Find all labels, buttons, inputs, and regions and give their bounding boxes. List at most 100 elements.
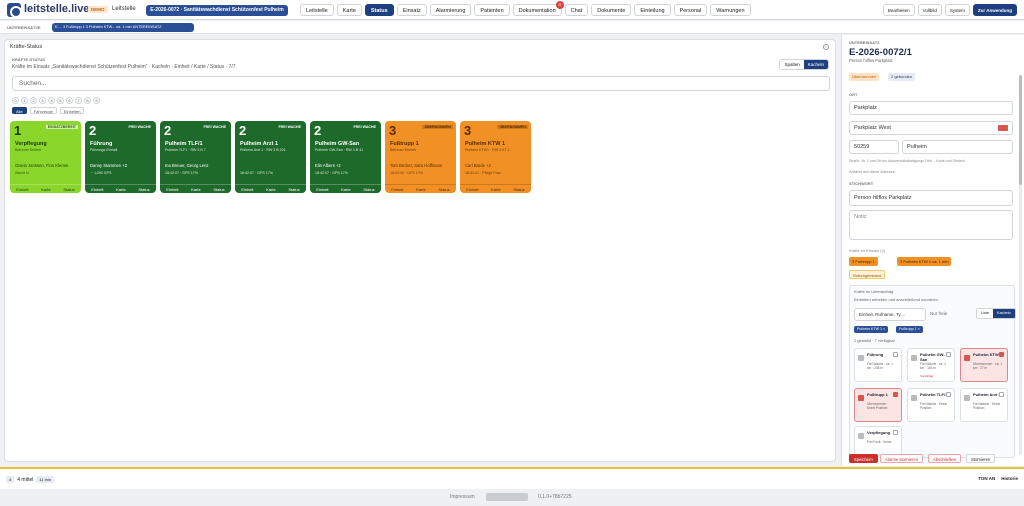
filter-all[interactable]: Alle xyxy=(12,107,27,114)
unit-tile[interactable]: Führung Frei Wache · ca. 1 km · 238 m xyxy=(854,348,902,382)
tile-checkbox[interactable] xyxy=(893,430,898,435)
storno-button[interactable]: Stornieren xyxy=(966,454,996,463)
tile-checkbox[interactable] xyxy=(893,392,898,397)
tab-patienten[interactable]: Patienten xyxy=(474,4,510,16)
unit-tile[interactable]: Pulheim Arzt 1 Frei Wache · Keine Positio… xyxy=(960,388,1008,422)
unit-action-einheit[interactable]: Einheit xyxy=(391,185,403,193)
event-selector[interactable]: E-2026-0072 · Sanitätswachdienst Schütze… xyxy=(146,5,288,16)
cancel-alarms-button[interactable]: Alarme stornieren xyxy=(880,454,924,463)
unit-action-karte[interactable]: Karte xyxy=(416,185,426,193)
tab-einteilung[interactable]: Einteilung xyxy=(634,4,671,16)
unit-action-status[interactable]: Status xyxy=(438,185,449,193)
system-button[interactable]: System xyxy=(944,4,970,16)
unit-tile[interactable]: Pulheim KTW 1 Übernommen · ca. 1 km · 27 … xyxy=(960,348,1008,382)
unit-action-einheit[interactable]: Einheit xyxy=(466,185,478,193)
status-filter-2[interactable]: 2 xyxy=(30,97,37,104)
unit-card[interactable]: 2 FREI WACHE Pulheim TLF/1 Pulheim TLF1 … xyxy=(160,121,231,193)
filter-vehicles[interactable]: Fahrzeuge xyxy=(29,107,57,114)
tab-leitstelle[interactable]: Leitstelle xyxy=(300,4,334,16)
unit-action-status[interactable]: Status xyxy=(363,185,374,193)
tab-warnungen[interactable]: Warnungen xyxy=(710,4,751,16)
view-tiles-button[interactable]: Kacheln xyxy=(803,60,828,69)
unit-action-karte[interactable]: Karte xyxy=(41,185,51,193)
tab-dokumentation[interactable]: Dokumentation 4 xyxy=(512,1,564,16)
unit-action-karte[interactable]: Karte xyxy=(491,185,501,193)
search-input[interactable]: Suchen... xyxy=(12,76,830,91)
box-tiles-button[interactable]: Kacheln xyxy=(993,309,1015,318)
view-columns-button[interactable]: Spalten xyxy=(780,60,804,69)
tile-checkbox[interactable] xyxy=(946,352,951,357)
subincident-chip[interactable]: E-... 3 Fußtrupp 1 3 Pulheim KTW... ca. … xyxy=(52,23,194,32)
selected-unit-chip[interactable]: Fußtrupp 1 × xyxy=(896,326,923,333)
status-filter-1[interactable]: 1 xyxy=(21,97,28,104)
unit-action-status[interactable]: Status xyxy=(63,185,74,193)
status-filter-8[interactable]: 8 xyxy=(84,97,91,104)
history-button[interactable]: Historie xyxy=(1001,476,1018,481)
nav-leitstelle[interactable]: Leitstelle xyxy=(112,6,136,12)
status-filter-4[interactable]: 4 xyxy=(48,97,55,104)
tile-checkbox[interactable] xyxy=(999,352,1004,357)
unit-card[interactable]: 2 FREI WACHE Führung Führungs-Einheit Da… xyxy=(85,121,156,193)
status-filter-9[interactable]: 9 xyxy=(93,97,100,104)
unit-action-karte[interactable]: Karte xyxy=(191,185,201,193)
free-only-checkbox[interactable]: Nur freie xyxy=(930,311,947,316)
unit-action-einheit[interactable]: Einheit xyxy=(91,185,103,193)
unit-card[interactable]: 2 FREI WACHE Pulheim GW-San Pulheim GW-S… xyxy=(310,121,381,193)
unit-action-einheit[interactable]: Einheit xyxy=(16,185,28,193)
status-filter-0[interactable]: 0 xyxy=(12,97,19,104)
status-filter-6[interactable]: 6 xyxy=(66,97,73,104)
side-scrollbar[interactable] xyxy=(1019,75,1022,455)
impressum-link[interactable]: Impressum xyxy=(450,494,475,500)
filter-units[interactable]: Einheiten xyxy=(59,107,85,114)
tile-checkbox[interactable] xyxy=(893,352,898,357)
unit-search-input[interactable]: Einheit, Rufname, Ty… xyxy=(854,308,926,321)
unit-tile[interactable]: Verpflegung Frei Funk · Keine xyxy=(854,426,902,456)
stichwort-input[interactable]: Person hilflos Parkplatz xyxy=(849,190,1013,206)
tile-checkbox[interactable] xyxy=(946,392,951,397)
unit-action-status[interactable]: Status xyxy=(288,185,299,193)
status-filter-3[interactable]: 3 xyxy=(39,97,46,104)
unit-action-status[interactable]: Status xyxy=(213,185,224,193)
ort-name-input[interactable]: Parkplatz xyxy=(849,101,1013,115)
ort-street-input[interactable]: Parkplatz West xyxy=(849,121,1013,135)
tab-einsatz[interactable]: Einsatz xyxy=(396,4,427,16)
assigned-unit-chip[interactable]: 3 Pulheim KTW 1 ca. 1 min xyxy=(897,257,952,266)
unit-action-karte[interactable]: Karte xyxy=(266,185,276,193)
unit-action-einheit[interactable]: Einheit xyxy=(166,185,178,193)
selected-unit-chip[interactable]: Pulheim KTW 1 × xyxy=(854,326,889,333)
tab-personal[interactable]: Personal xyxy=(673,4,708,16)
unit-tile[interactable]: Pulheim GW-San Frei Wache · ca. 1 km · 16… xyxy=(907,348,955,382)
unit-tile[interactable]: Pulheim TLF/1 Frei Wache · Keine Position xyxy=(907,388,955,422)
unit-action-karte[interactable]: Karte xyxy=(341,185,351,193)
unit-card[interactable]: 1 EINSATZBEREIT Verpflegung Betreuer Ein… xyxy=(10,121,81,193)
plz-input[interactable]: 50259 xyxy=(849,140,899,154)
status-filter-7[interactable]: 7 xyxy=(75,97,82,104)
info-icon[interactable]: i xyxy=(823,44,829,50)
unit-action-karte[interactable]: Karte xyxy=(116,185,126,193)
unit-card[interactable]: 2 FREI WACHE Pulheim Arzt 1 Pulheim Arzt… xyxy=(235,121,306,193)
tab-chat[interactable]: Chat xyxy=(564,4,589,16)
fullscreen-button[interactable]: Vollbild xyxy=(917,4,942,16)
edit-button[interactable]: Bearbeiten xyxy=(882,4,915,16)
status-filter-5[interactable]: 5 xyxy=(57,97,64,104)
to-app-button[interactable]: Zur Anwendung xyxy=(972,4,1017,16)
unit-action-status[interactable]: Status xyxy=(513,185,524,193)
unit-action-einheit[interactable]: Einheit xyxy=(241,185,253,193)
tab-alarmierung[interactable]: Alarmierung xyxy=(429,4,472,16)
tab-status[interactable]: Status xyxy=(364,4,394,16)
map-pin-icon[interactable] xyxy=(998,125,1008,131)
box-list-button[interactable]: Liste xyxy=(977,309,994,318)
notes-input[interactable]: Notiz xyxy=(849,210,1013,240)
ort-checkbox[interactable]: Anfahrt auf diese Adresse xyxy=(849,169,895,174)
unit-action-status[interactable]: Status xyxy=(138,185,149,193)
unit-tile[interactable]: Fußtrupp 1 Übernommen · Keine Position xyxy=(854,388,902,422)
assigned-unit-chip[interactable]: 3 Fußtrupp 1 xyxy=(849,257,878,266)
tab-karte[interactable]: Karte xyxy=(336,4,362,16)
save-button[interactable]: Speichern xyxy=(849,454,878,463)
city-input[interactable]: Pulheim xyxy=(902,140,1013,154)
unit-card[interactable]: 3 ÜBERNOMMEN Fußtrupp 1 Betreuer Einheit… xyxy=(385,121,456,193)
tile-checkbox[interactable] xyxy=(999,392,1004,397)
tab-dokumente[interactable]: Dokumente xyxy=(591,4,632,16)
unit-action-einheit[interactable]: Einheit xyxy=(316,185,328,193)
sound-toggle[interactable]: TON AN xyxy=(978,476,995,481)
